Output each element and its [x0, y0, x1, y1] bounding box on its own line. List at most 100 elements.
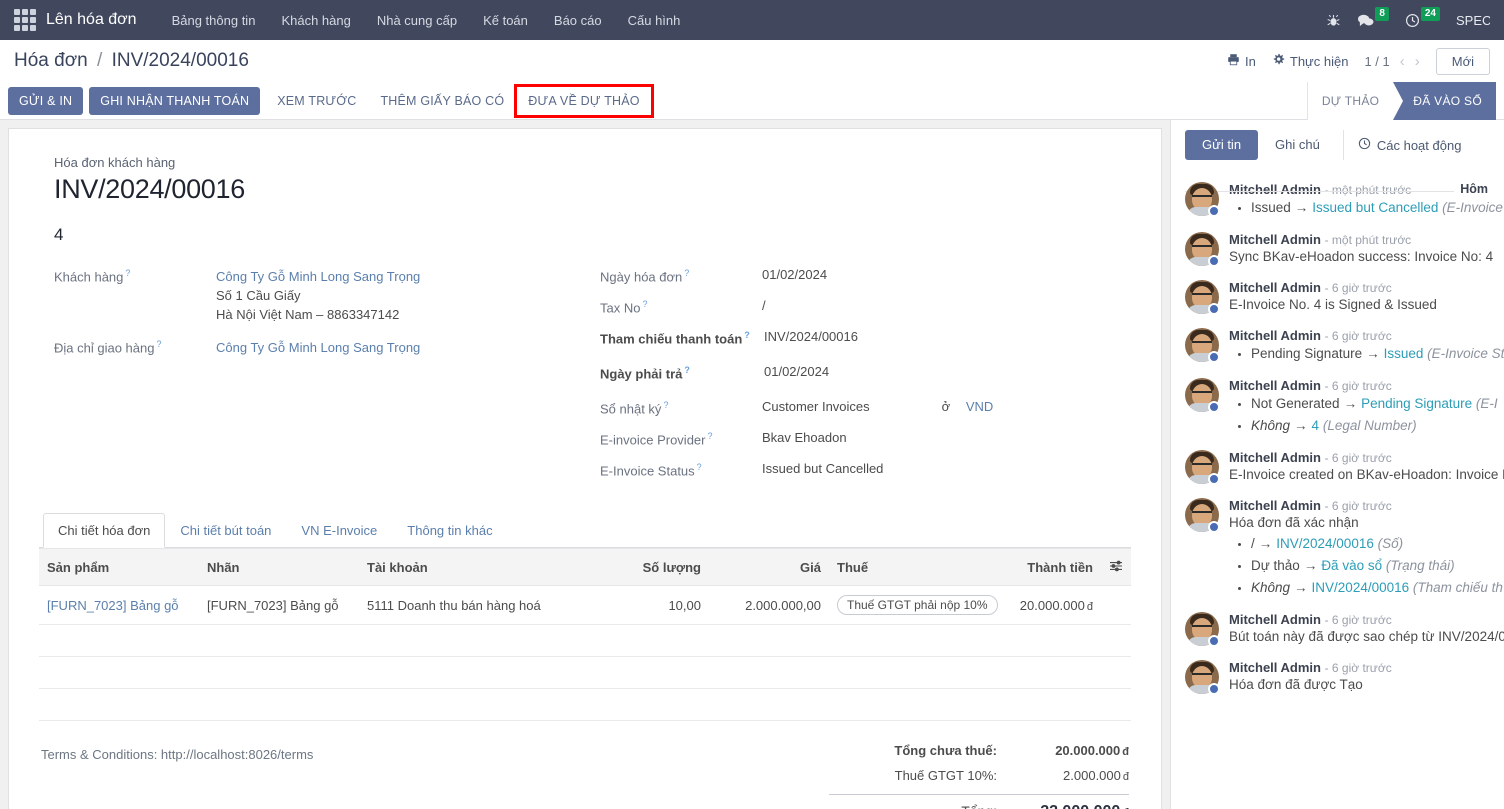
add-credit-note-button[interactable]: THÊM GIẤY BÁO CÓ	[369, 87, 515, 115]
reset-to-draft-button[interactable]: ĐƯA VỀ DỰ THẢO	[517, 87, 650, 115]
menu-item-configuration[interactable]: Cấu hình	[615, 3, 694, 38]
message-author[interactable]: Mitchell Admin	[1229, 450, 1321, 465]
chevron-right-icon[interactable]: ›	[1415, 53, 1420, 70]
page-title[interactable]: INV/2024/00016	[54, 174, 1116, 205]
currency-value[interactable]: VND	[966, 399, 993, 414]
print-button[interactable]: In	[1227, 53, 1256, 69]
app-brand[interactable]: Lên hóa đơn	[46, 11, 137, 29]
table-row-empty[interactable]	[39, 689, 1131, 721]
field-payment-reference-value[interactable]: INV/2024/00016	[762, 329, 858, 344]
message-author[interactable]: Mitchell Admin	[1229, 660, 1321, 675]
help-icon[interactable]: ?	[642, 299, 647, 309]
tab-vn-einvoice[interactable]: VN E-Invoice	[286, 513, 392, 548]
field-delivery-address-value[interactable]: Công Ty Gỗ Minh Long Sang Trọng	[216, 338, 420, 357]
avatar[interactable]	[1185, 328, 1219, 362]
currency-symbol: đ	[1123, 771, 1129, 783]
col-account[interactable]: Tài khoản	[359, 549, 609, 586]
bug-icon[interactable]	[1326, 13, 1341, 28]
tab-invoice-lines[interactable]: Chi tiết hóa đơn	[43, 513, 165, 548]
message-author[interactable]: Mitchell Admin	[1229, 328, 1321, 343]
field-tax-no-value[interactable]: /	[762, 298, 766, 313]
total-tax-value: 2.000.000đ	[1011, 765, 1129, 788]
help-icon[interactable]: ?	[684, 268, 689, 278]
help-icon[interactable]: ?	[125, 268, 130, 278]
register-payment-button[interactable]: GHI NHẬN THANH TOÁN	[89, 87, 260, 115]
col-taxes[interactable]: Thuế	[829, 549, 1009, 586]
message-author[interactable]: Mitchell Admin	[1229, 612, 1321, 627]
avatar[interactable]	[1185, 498, 1219, 532]
delivery-partner-name[interactable]: Công Ty Gỗ Minh Long Sang Trọng	[216, 338, 420, 357]
chevron-left-icon[interactable]: ‹	[1400, 53, 1405, 70]
tracking-list: Pending Signature→Issued (E-Invoice Sta	[1251, 343, 1504, 365]
col-product[interactable]: Sản phẩm	[39, 549, 199, 586]
cell-account[interactable]: 5111 Doanh thu bán hàng hoá	[359, 586, 609, 625]
legal-number[interactable]: 4	[54, 225, 1116, 245]
preview-button[interactable]: XEM TRƯỚC	[266, 87, 367, 115]
field-partner-value[interactable]: Công Ty Gỗ Minh Long Sang Trọng Số 1 Cầu…	[216, 267, 420, 324]
product-link[interactable]: [FURN_7023] Bảng gỗ	[47, 598, 179, 613]
apps-grid-icon[interactable]	[14, 9, 36, 31]
avatar[interactable]	[1185, 612, 1219, 646]
column-settings-icon[interactable]	[1101, 549, 1131, 586]
col-quantity[interactable]: Số lượng	[609, 549, 709, 586]
message-author[interactable]: Mitchell Admin	[1229, 280, 1321, 295]
avatar[interactable]	[1185, 280, 1219, 314]
avatar[interactable]	[1185, 182, 1219, 216]
message-author[interactable]: Mitchell Admin	[1229, 378, 1321, 393]
terms-and-conditions[interactable]: Terms & Conditions: http://localhost:802…	[41, 733, 313, 809]
cell-label[interactable]: [FURN_7023] Bảng gỗ	[199, 586, 359, 625]
pager-value[interactable]: 1 / 1	[1364, 54, 1389, 69]
field-einvoice-status-value[interactable]: Issued but Cancelled	[762, 461, 883, 476]
messages-icon[interactable]: 8	[1357, 13, 1389, 28]
user-menu[interactable]: SPEC	[1456, 13, 1490, 28]
help-icon[interactable]: ?	[744, 330, 750, 340]
send-and-print-button[interactable]: GỬI & IN	[8, 87, 83, 115]
menu-item-vendors[interactable]: Nhà cung cấp	[364, 3, 470, 38]
tab-other-info[interactable]: Thông tin khác	[392, 513, 507, 548]
tab-journal-items[interactable]: Chi tiết bút toán	[165, 513, 286, 548]
field-journal-value[interactable]: Customer Invoices	[762, 399, 870, 414]
table-row-empty[interactable]	[39, 625, 1131, 657]
field-invoice-date-value[interactable]: 01/02/2024	[762, 267, 827, 282]
menu-item-reporting[interactable]: Báo cáo	[541, 3, 615, 38]
cell-taxes[interactable]: Thuế GTGT phải nộp 10%	[829, 586, 1009, 625]
cell-quantity[interactable]: 10,00	[609, 586, 709, 625]
breadcrumb-root[interactable]: Hóa đơn	[14, 50, 88, 71]
menu-item-accounting[interactable]: Kế toán	[470, 3, 541, 38]
action-button[interactable]: Thực hiện	[1272, 53, 1349, 69]
avatar[interactable]	[1185, 378, 1219, 412]
schedule-activity-button[interactable]: Các hoạt động	[1343, 130, 1476, 160]
help-icon[interactable]: ?	[156, 339, 161, 349]
avatar[interactable]	[1185, 232, 1219, 266]
status-posted[interactable]: ĐÃ VÀO SỔ	[1393, 82, 1496, 120]
total-tax-label[interactable]: Thuế GTGT 10%:	[895, 765, 1011, 788]
cell-product[interactable]: [FURN_7023] Bảng gỗ	[39, 586, 199, 625]
col-label[interactable]: Nhãn	[199, 549, 359, 586]
field-einvoice-provider-value[interactable]: Bkav Ehoadon	[762, 430, 847, 445]
partner-name[interactable]: Công Ty Gỗ Minh Long Sang Trọng	[216, 267, 420, 286]
menu-item-customers[interactable]: Khách hàng	[268, 3, 363, 38]
clock-icon[interactable]: 24	[1405, 13, 1440, 28]
message-author[interactable]: Mitchell Admin	[1229, 232, 1321, 247]
help-icon[interactable]: ?	[697, 462, 702, 472]
help-icon[interactable]: ?	[708, 431, 713, 441]
help-icon[interactable]: ?	[684, 365, 690, 375]
table-row[interactable]: [FURN_7023] Bảng gỗ [FURN_7023] Bảng gỗ …	[39, 586, 1131, 625]
avatar[interactable]	[1185, 450, 1219, 484]
new-button[interactable]: Mới	[1436, 48, 1490, 75]
send-message-button[interactable]: Gửi tin	[1185, 130, 1258, 160]
help-icon[interactable]: ?	[663, 400, 668, 410]
log-note-button[interactable]: Ghi chú	[1258, 130, 1337, 160]
field-due-date-value[interactable]: 01/02/2024	[762, 364, 829, 379]
col-subtotal[interactable]: Thành tiền	[1009, 549, 1101, 586]
status-draft[interactable]: DỰ THẢO	[1308, 82, 1393, 120]
table-row-empty[interactable]	[39, 657, 1131, 689]
message-author[interactable]: Mitchell Admin	[1229, 498, 1321, 513]
total-tax-row: Thuế GTGT 10%: 2.000.000đ	[829, 764, 1129, 789]
cell-subtotal[interactable]: 20.000.000đ	[1009, 586, 1101, 625]
message-author[interactable]: Mitchell Admin	[1229, 182, 1321, 197]
col-price[interactable]: Giá	[709, 549, 829, 586]
avatar[interactable]	[1185, 660, 1219, 694]
cell-price[interactable]: 2.000.000,00	[709, 586, 829, 625]
menu-item-dashboard[interactable]: Bảng thông tin	[159, 3, 269, 38]
